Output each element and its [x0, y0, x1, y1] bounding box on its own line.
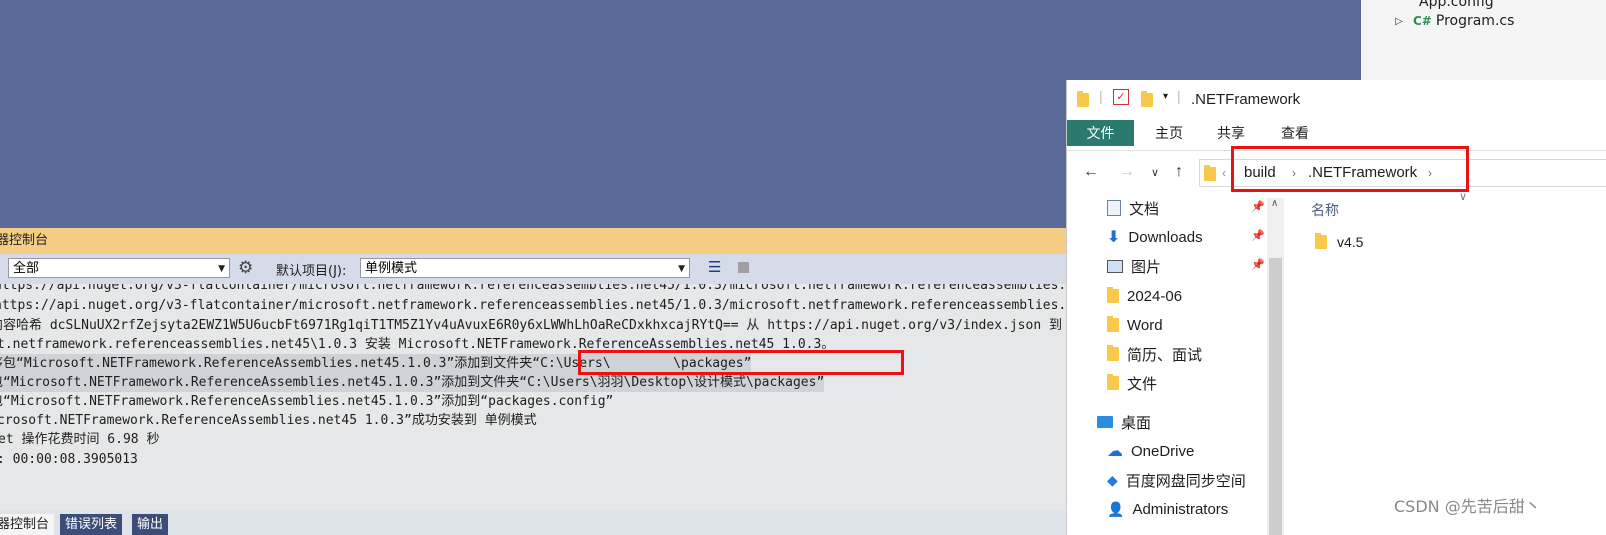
nav-item-files[interactable]: 文件 [1107, 371, 1157, 395]
ribbon-tab-home[interactable]: 主页 [1151, 120, 1187, 146]
console-line-selected: 包“Microsoft.NETFramework.ReferenceAssemb… [0, 373, 825, 392]
console-toolbar: 全部 ▼ ⚙ 默认项目(J): 单例模式 ▼ ☰ [0, 254, 1068, 284]
ribbon-tab-share[interactable]: 共享 [1213, 120, 1249, 146]
forward-arrow-icon[interactable]: → [1119, 163, 1135, 181]
document-icon [1107, 200, 1121, 216]
tab-error-list[interactable]: 错误列表 [60, 514, 123, 535]
up-arrow-icon[interactable]: ↑ [1175, 163, 1183, 181]
file-item-v4-5[interactable]: v4.5 [1315, 233, 1363, 250]
nav-item-baidu-sync[interactable]: ◆ 百度网盘同步空间 [1107, 468, 1246, 492]
nav-item-2024-06[interactable]: 2024-06 [1107, 284, 1182, 308]
package-source-dropdown[interactable]: 全部 ▼ [8, 258, 230, 278]
nav-item-word[interactable]: Word [1107, 313, 1163, 337]
console-line: crosoft.NETFramework.ReferenceAssemblies… [0, 413, 537, 428]
solution-item-program-cs[interactable]: ▷ C# Program.cs [1395, 11, 1514, 31]
window-title: .NETFramework [1191, 91, 1301, 108]
explorer-title-bar: | ✓ ▾ | .NETFramework [1067, 80, 1606, 118]
default-project-label: 默认项目(J): [276, 264, 347, 279]
nav-item-resume[interactable]: 简历、面试 [1107, 342, 1202, 366]
console-line: https://api.nuget.org/v3-flatcontainer/m… [0, 298, 1068, 313]
file-explorer-window: | ✓ ▾ | .NETFramework 文件 主页 共享 查看 ← → ∨ … [1066, 80, 1606, 535]
chevron-down-icon: ▼ [678, 264, 685, 274]
highlight-box-breadcrumb [1231, 146, 1469, 192]
column-header-name[interactable]: 名称 [1311, 200, 1339, 220]
nav-item-pictures[interactable]: 图片 [1107, 254, 1161, 278]
pin-icon[interactable]: 📌 [1251, 229, 1265, 242]
console-line: 包“Microsoft.NETFramework.ReferenceAssemb… [0, 394, 614, 409]
properties-check-icon[interactable]: ✓ [1113, 89, 1129, 105]
highlight-box-packages-path [578, 350, 904, 375]
console-output[interactable]: https://api.nuget.org/v3-flatcontainer/m… [0, 284, 1068, 512]
console-title-bar: 器控制台 [0, 228, 1068, 254]
nav-item-downloads[interactable]: ⬇ Downloads [1107, 225, 1203, 249]
scroll-up-arrow-icon[interactable]: ∧ [1271, 198, 1278, 209]
tab-output[interactable]: 输出 [132, 514, 169, 535]
nav-pane-scrollbar[interactable]: ∧ [1267, 198, 1284, 535]
desktop-icon [1097, 416, 1113, 428]
settings-gear-icon[interactable]: ⚙ [238, 258, 253, 278]
console-line: : 00:00:08.3905013 [0, 452, 138, 467]
solution-explorer: App.config ▷ C# Program.cs [1361, 0, 1606, 82]
breadcrumb-overflow-icon[interactable]: ‹ [1222, 166, 1226, 180]
user-icon: 👤 [1107, 500, 1125, 517]
clear-console-icon[interactable]: ☰ [708, 258, 721, 276]
nav-item-administrators[interactable]: 👤 Administrators [1107, 497, 1228, 521]
tab-package-manager-console[interactable]: 器控制台 [0, 514, 55, 535]
scrollbar-thumb[interactable] [1269, 258, 1282, 535]
csharp-file-icon: C# [1413, 14, 1432, 28]
ribbon-tab-file[interactable]: 文件 [1067, 120, 1134, 146]
folder-icon [1077, 91, 1089, 107]
picture-icon [1107, 259, 1123, 273]
pin-icon[interactable]: 📌 [1251, 258, 1265, 271]
watermark: CSDN @先苦后甜丶 [1394, 497, 1541, 516]
folder-icon [1107, 374, 1119, 390]
expand-arrow-icon[interactable]: ▷ [1395, 16, 1409, 27]
console-line: 内容哈希 dcSLNuUX2rfZejsyta2EWZ1W5U6ucbFt697… [0, 318, 1062, 333]
new-folder-icon[interactable] [1141, 91, 1153, 107]
console-line: et 操作花费时间 6.98 秒 [0, 432, 160, 447]
download-icon: ⬇ [1107, 229, 1121, 246]
console-title: 器控制台 [0, 233, 49, 248]
stop-icon[interactable] [738, 262, 749, 273]
default-project-dropdown[interactable]: 单例模式 ▼ [360, 258, 690, 278]
sort-chevron-icon[interactable]: ∨ [1459, 190, 1467, 203]
pin-icon[interactable]: 📌 [1251, 200, 1265, 213]
nav-item-desktop[interactable]: 桌面 [1097, 410, 1151, 434]
quick-access-dropdown-icon[interactable]: ▾ [1163, 91, 1168, 102]
package-manager-console: 器控制台 全部 ▼ ⚙ 默认项目(J): 单例模式 ▼ ☰ https://ap… [0, 228, 1068, 535]
ribbon-tabs: 文件 主页 共享 查看 [1067, 118, 1606, 148]
console-line: https://api.nuget.org/v3-flatcontainer/m… [0, 284, 1068, 293]
sync-icon: ◆ [1107, 471, 1118, 488]
recent-locations-chevron-icon[interactable]: ∨ [1151, 166, 1159, 179]
cloud-icon: ☁ [1107, 443, 1123, 460]
folder-icon [1107, 287, 1119, 303]
folder-icon [1107, 316, 1119, 332]
folder-icon [1204, 165, 1216, 181]
folder-icon [1315, 233, 1327, 249]
chevron-down-icon: ▼ [218, 264, 225, 274]
nav-item-documents[interactable]: 文档 [1107, 196, 1159, 220]
folder-icon [1107, 345, 1119, 361]
back-arrow-icon[interactable]: ← [1083, 163, 1099, 181]
console-tab-strip: 器控制台 错误列表 输出 [0, 510, 1068, 535]
ribbon-tab-view[interactable]: 查看 [1277, 120, 1313, 146]
navigation-pane: 文档 📌 ⬇ Downloads 📌 图片 📌 2024-06 Word 简历、… [1067, 196, 1285, 535]
nav-item-onedrive[interactable]: ☁ OneDrive [1107, 439, 1194, 463]
file-list: 名称 ∨ v4.5 [1285, 191, 1606, 535]
